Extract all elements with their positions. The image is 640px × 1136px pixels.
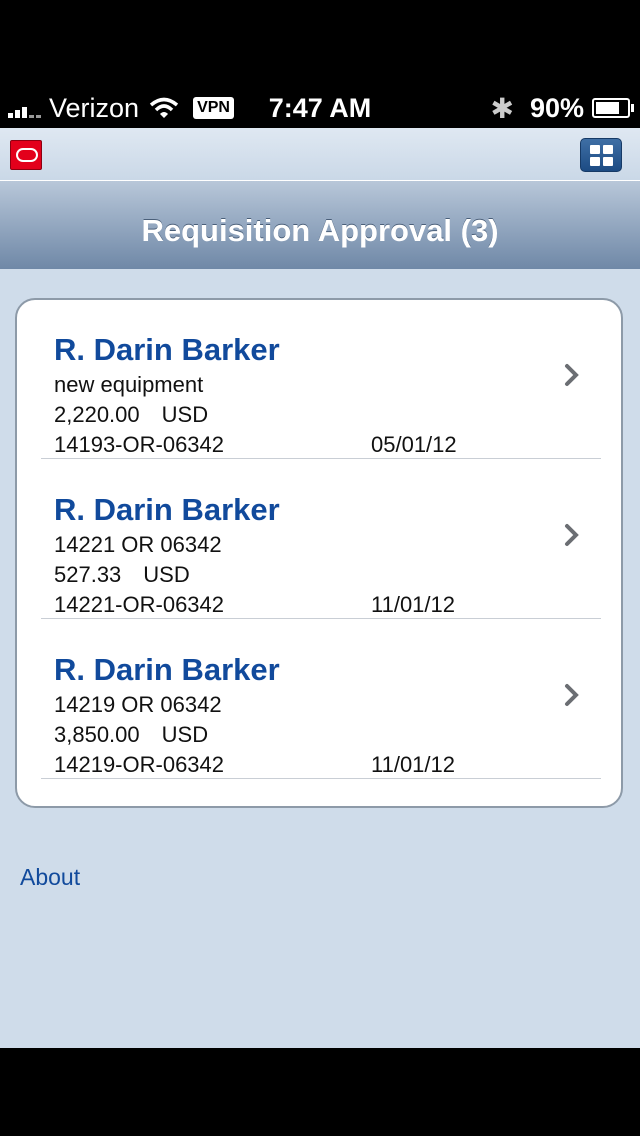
app-screen: Requisition Approval (3) R. Darin Barker… [0, 128, 640, 1048]
requisition-total: 2,220.00 USD [54, 402, 208, 428]
requisition-currency: USD [161, 722, 209, 747]
oracle-logo-icon[interactable] [10, 140, 42, 170]
title-bar: Requisition Approval (3) [0, 180, 640, 269]
status-right: ✱ 90% [490, 88, 634, 128]
requester-name: R. Darin Barker [54, 652, 280, 687]
requisition-number: 14219-OR-06342 [54, 752, 225, 777]
about-link[interactable]: About [20, 864, 80, 891]
chevron-right-icon [565, 524, 579, 546]
status-bar: Verizon VPN 7:47 AM ✱ 90% [0, 88, 640, 128]
requisition-date: 11/01/12 [371, 592, 456, 617]
grid-menu-icon [589, 144, 600, 154]
chevron-right-icon [565, 684, 579, 706]
requisition-description: 14221 OR 06342 [54, 532, 222, 557]
grid-menu-button[interactable] [580, 138, 622, 172]
requisition-amount: 2,220.00 [54, 402, 140, 427]
chevron-right-icon [565, 364, 579, 386]
battery-icon [592, 98, 634, 118]
requisition-row[interactable]: R. Darin Barker new equipment 2,220.00 US… [41, 300, 601, 459]
requisition-date: 11/01/12 [371, 752, 456, 777]
requisition-total: 527.33 USD [54, 562, 190, 588]
requisition-currency: USD [143, 562, 190, 587]
battery-percent: 90% [529, 92, 584, 123]
requester-name: R. Darin Barker [54, 492, 280, 527]
requester-name: R. Darin Barker [54, 332, 280, 367]
top-toolbar [0, 128, 640, 181]
requisition-row[interactable]: R. Darin Barker 14221 OR 06342 527.33 USD… [41, 460, 601, 619]
bluetooth-icon: ✱ [490, 92, 514, 124]
requisition-total: 3,850.00 USD [54, 722, 208, 748]
requisition-amount: 527.33 [54, 562, 122, 587]
requisition-row[interactable]: R. Darin Barker 14219 OR 06342 3,850.00 U… [41, 620, 601, 779]
page-title: Requisition Approval (3) [141, 213, 499, 248]
requisition-description: 14219 OR 06342 [54, 692, 222, 717]
requisition-list: R. Darin Barker new equipment 2,220.00 US… [15, 298, 623, 808]
requisition-amount: 3,850.00 [54, 722, 140, 747]
battery-fill [596, 102, 619, 114]
requisition-date: 05/01/12 [371, 432, 457, 457]
requisition-currency: USD [161, 402, 209, 427]
requisition-description: new equipment [54, 372, 204, 397]
requisition-number: 14193-OR-06342 [54, 432, 225, 457]
requisition-number: 14221-OR-06342 [54, 592, 225, 617]
